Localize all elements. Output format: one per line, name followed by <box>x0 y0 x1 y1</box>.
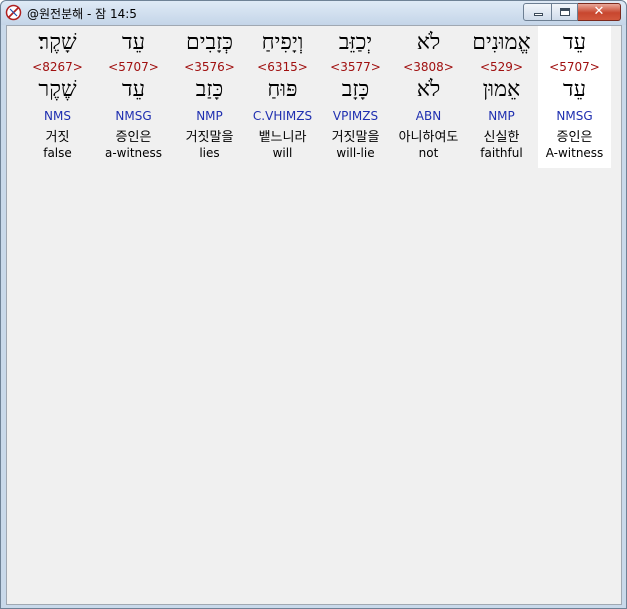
word-column[interactable]: עֵד <5707> עֵד NMSG 증인은 A-witness <box>538 26 611 168</box>
hebrew-lemma: עֵד <box>121 77 146 102</box>
word-column[interactable]: כְּזָבִים <3576> כָּזַב NMP 거짓말을 lies <box>173 26 246 168</box>
korean-gloss: 증인은 <box>556 130 593 145</box>
hebrew-inflected: עֵד <box>562 30 587 55</box>
english-gloss: not <box>418 146 439 160</box>
word-column[interactable]: אֱמוּנִים <529> אֵמוּן NMP 신실한 faithful <box>465 26 538 168</box>
hebrew-inflected: שָׁקֶר׃ <box>38 30 77 55</box>
window-controls: ✕ <box>523 3 621 21</box>
hebrew-lemma: אֵמוּן <box>482 77 521 102</box>
english-gloss: lies <box>199 146 220 160</box>
minimize-button[interactable] <box>523 3 552 21</box>
title-bar[interactable]: @원전분해 - 잠 14:5 ✕ <box>1 1 626 25</box>
analysis-panel: עֵד <5707> עֵד NMSG 증인은 A-witness אֱמוּנִים <52… <box>6 25 622 605</box>
hebrew-inflected: לֹא <box>416 30 441 55</box>
morphology-code: NMP <box>196 109 223 123</box>
word-row: עֵד <5707> עֵד NMSG 증인은 A-witness אֱמוּנִים <52… <box>21 26 611 168</box>
strong-number: <3577> <box>330 60 381 74</box>
strong-number: <6315> <box>257 60 308 74</box>
english-gloss: false <box>43 146 72 160</box>
korean-gloss: 신실한 <box>483 130 520 145</box>
hebrew-inflected: וְיָפִיחַ <box>261 30 304 55</box>
hebrew-lemma: כָּזַב <box>195 77 224 102</box>
english-gloss: will <box>272 146 293 160</box>
app-icon[interactable] <box>5 4 22 21</box>
morphology-code: ABN <box>415 109 442 123</box>
close-icon: ✕ <box>593 4 605 19</box>
strong-number: <3576> <box>184 60 235 74</box>
hebrew-lemma: פּוּחַ <box>267 77 298 102</box>
morphology-code: NMP <box>488 109 515 123</box>
word-column[interactable]: וְיָפִיחַ <6315> פּוּחַ C.VHIMZS 뱉느니라 will <box>246 26 319 168</box>
strong-number: <529> <box>479 60 523 74</box>
korean-gloss: 아니하여도 <box>398 130 459 145</box>
morphology-code: C.VHIMZS <box>252 109 313 123</box>
korean-gloss: 증인은 <box>115 130 152 145</box>
morphology-code: NMSG <box>556 109 593 123</box>
strong-number: <3808> <box>403 60 454 74</box>
morphology-code: NMS <box>44 109 71 123</box>
strong-number: <5707> <box>549 60 600 74</box>
window-title: @원전분해 - 잠 14:5 <box>27 7 137 21</box>
close-button[interactable]: ✕ <box>578 3 621 21</box>
app-window: @원전분해 - 잠 14:5 ✕ עֵד <5707> עֵד NMSG 증인은 A-wi… <box>0 0 627 609</box>
hebrew-inflected: יְכַזֵּב <box>338 30 373 55</box>
hebrew-lemma: לֹא <box>416 77 441 102</box>
korean-gloss: 거짓말을 <box>331 130 380 145</box>
hebrew-inflected: אֱמוּנִים <box>472 30 531 55</box>
minimize-icon <box>534 13 543 16</box>
word-column[interactable]: עֵד <5707> עֵד NMSG 증인은 a-witness <box>94 26 173 168</box>
korean-gloss: 거짓 <box>45 130 70 145</box>
english-gloss: faithful <box>480 146 523 160</box>
morphology-code: NMSG <box>115 109 152 123</box>
english-gloss: a-witness <box>104 146 163 160</box>
hebrew-lemma: עֵד <box>562 77 587 102</box>
english-gloss: will-lie <box>336 146 375 160</box>
word-column[interactable]: יְכַזֵּב <3577> כָּזָב VPIMZS 거짓말을 will-lie <box>319 26 392 168</box>
english-gloss: A-witness <box>545 146 604 160</box>
maximize-button[interactable] <box>552 3 578 21</box>
strong-number: <8267> <box>32 60 83 74</box>
hebrew-lemma: כָּזָב <box>341 77 370 102</box>
strong-number: <5707> <box>108 60 159 74</box>
hebrew-inflected: כְּזָבִים <box>186 30 233 55</box>
word-column[interactable]: לֹא <3808> לֹא ABN 아니하여도 not <box>392 26 465 168</box>
korean-gloss: 뱉느니라 <box>258 130 307 145</box>
hebrew-inflected: עֵד <box>121 30 146 55</box>
maximize-icon <box>560 8 570 16</box>
morphology-code: VPIMZS <box>332 109 379 123</box>
korean-gloss: 거짓말을 <box>185 130 234 145</box>
hebrew-lemma: שֶׁקֶר <box>38 77 77 102</box>
word-column[interactable]: שָׁקֶר׃ <8267> שֶׁקֶר NMS 거짓 false <box>21 26 94 168</box>
